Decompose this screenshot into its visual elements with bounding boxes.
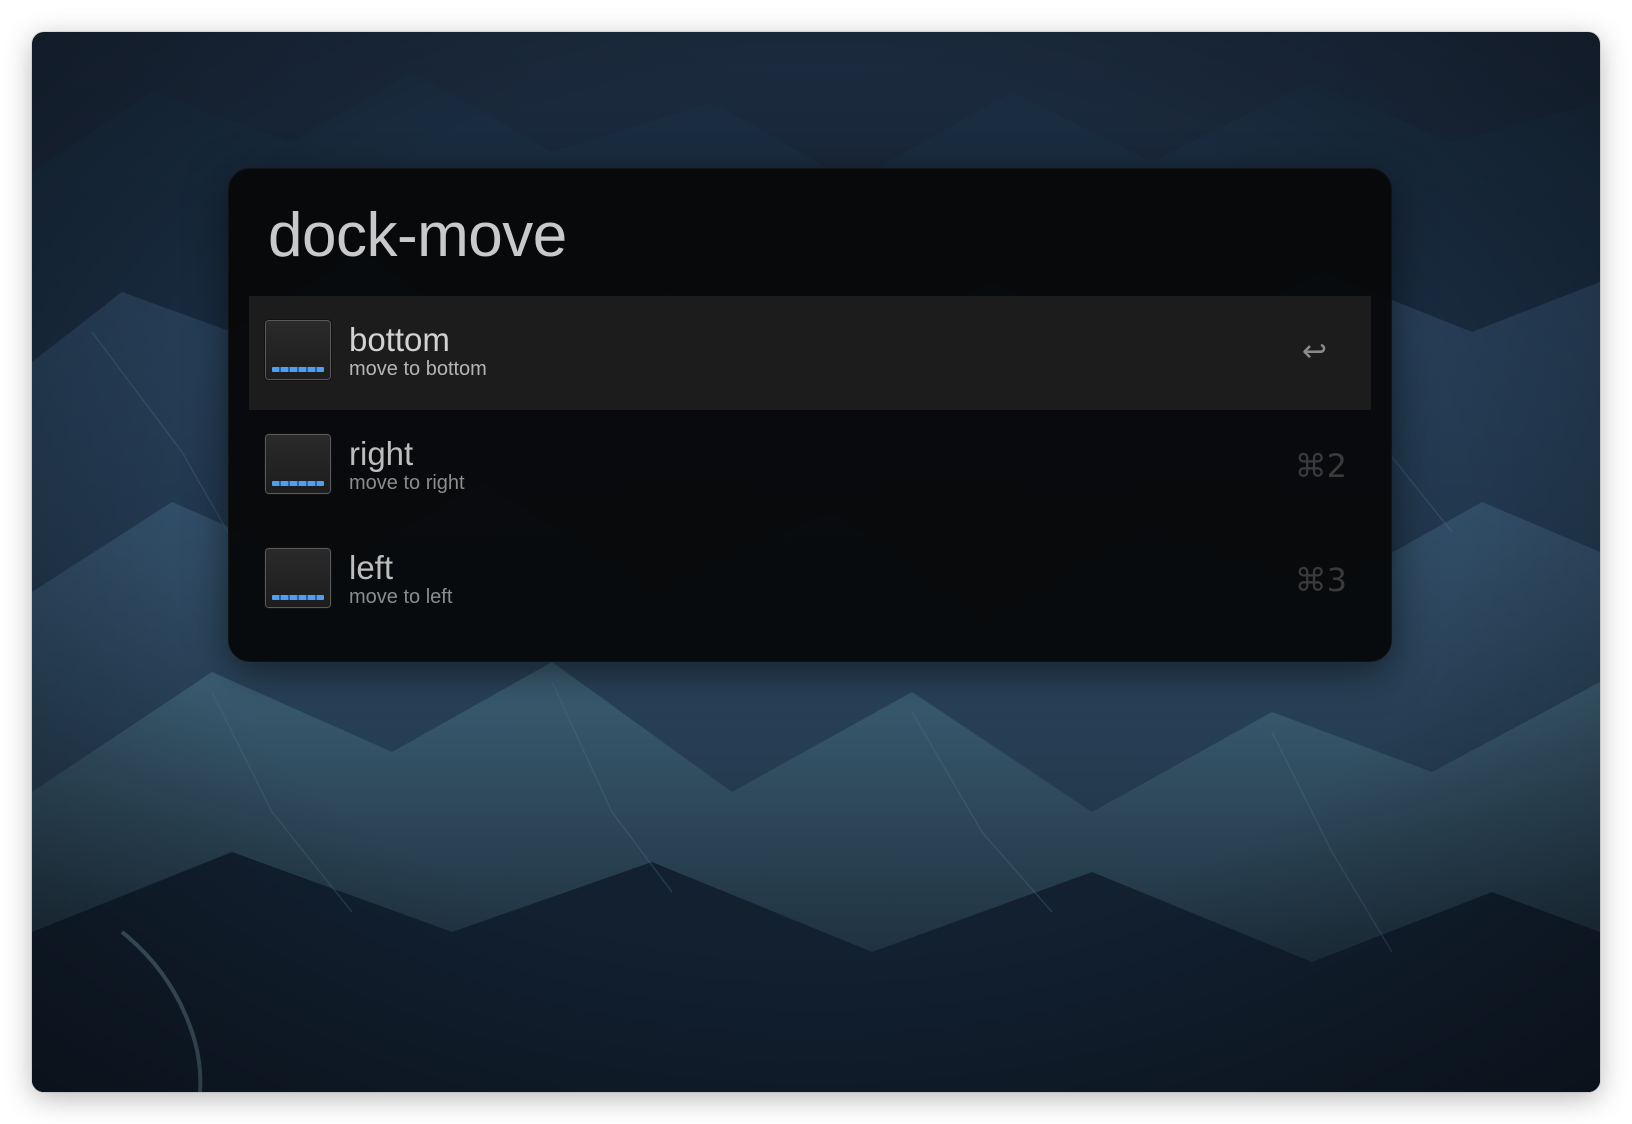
dock-icon: [266, 321, 330, 379]
results-list: bottom move to bottom ↩ right move to ri…: [249, 296, 1371, 638]
result-subtitle: move to left: [349, 586, 453, 608]
return-key-icon: ↩: [1301, 334, 1327, 369]
result-subtitle: move to bottom: [349, 358, 487, 380]
result-subtitle: move to right: [349, 472, 465, 494]
dock-icon: [266, 549, 330, 607]
dock-icon: [266, 435, 330, 493]
shortcut-label: ⌘2: [1294, 447, 1347, 485]
result-title: right: [349, 435, 414, 472]
result-item-left[interactable]: left move to left ⌘3: [249, 524, 1371, 638]
result-title: bottom: [349, 321, 450, 358]
desktop-window: dock-move bottom move to bottom ↩ right …: [32, 32, 1600, 1092]
result-item-right[interactable]: right move to right ⌘2: [249, 410, 1371, 524]
search-query[interactable]: dock-move: [268, 200, 567, 272]
launcher-panel: dock-move bottom move to bottom ↩ right …: [228, 168, 1392, 662]
shortcut-label: ⌘3: [1294, 561, 1347, 599]
result-title: left: [349, 549, 394, 586]
result-item-bottom[interactable]: bottom move to bottom ↩: [249, 296, 1371, 410]
